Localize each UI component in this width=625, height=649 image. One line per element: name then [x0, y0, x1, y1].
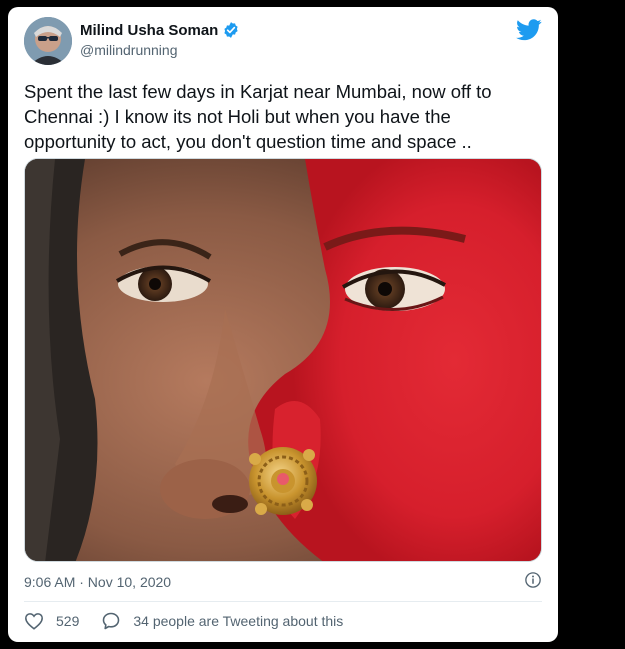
author-name-row[interactable]: Milind Usha Soman: [80, 21, 240, 39]
twitter-bird-icon[interactable]: [516, 19, 542, 41]
verified-badge-icon: [222, 21, 240, 39]
author-avatar[interactable]: [24, 17, 72, 65]
activity-text: 34 people are Tweeting about this: [133, 613, 344, 629]
like-button[interactable]: 529: [24, 612, 79, 630]
heart-icon: [24, 612, 44, 630]
like-count: 529: [56, 613, 80, 629]
tweet-text-line: Chennai :) I know its not Holi but when …: [24, 106, 451, 127]
tweet-text-line: Spent the last few days in Karjat near M…: [24, 81, 492, 102]
author-name[interactable]: Milind Usha Soman: [80, 22, 218, 39]
divider: [24, 601, 542, 602]
speech-bubble-icon: [101, 611, 121, 631]
tweet-timestamp[interactable]: 9:06 AM · Nov 10, 2020: [24, 574, 171, 590]
info-icon[interactable]: [524, 571, 542, 589]
author-handle[interactable]: @milindrunning: [80, 42, 177, 58]
tweet-text-line: opportunity to act, you don't question t…: [24, 131, 472, 152]
tweet-actions: 529 34 people are Tweeting about this: [24, 611, 365, 631]
tweet-card: Milind Usha Soman @milindrunning Spent t…: [8, 7, 558, 642]
tweet-photo[interactable]: [24, 158, 542, 562]
conversation-link[interactable]: 34 people are Tweeting about this: [101, 611, 343, 631]
tweet-text: Spent the last few days in Karjat near M…: [24, 79, 524, 154]
